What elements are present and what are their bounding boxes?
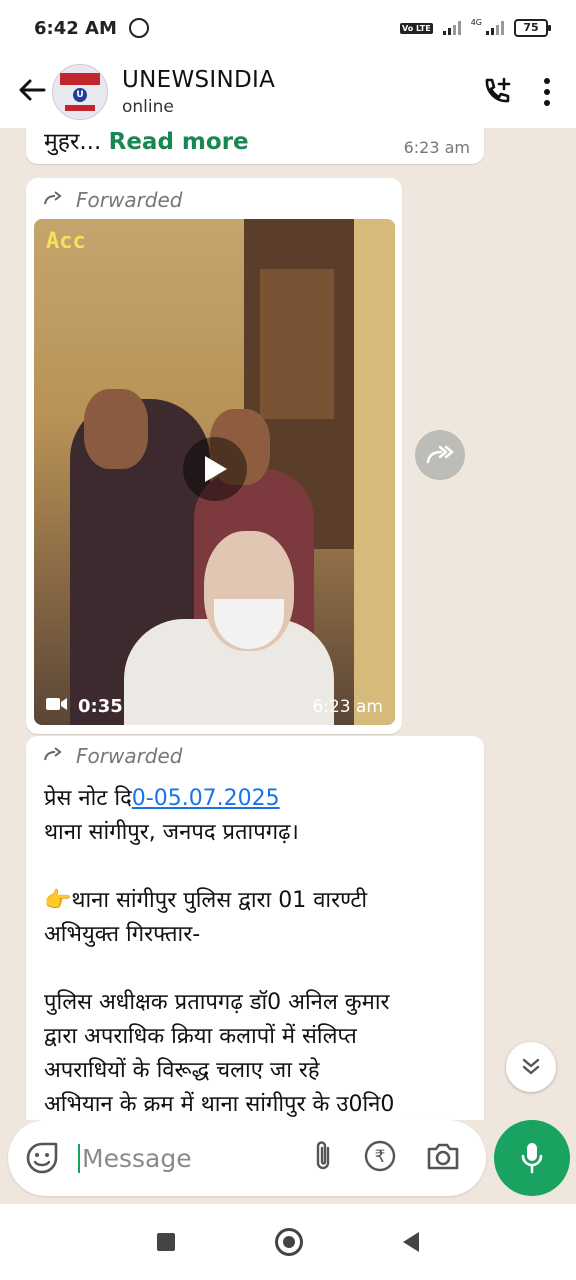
note-spacer (44, 850, 474, 884)
note-line: द्वारा अपराधिक क्रिया कलापों में संलिप्त (44, 1024, 357, 1049)
message-bubble-video[interactable]: Forwarded Acc 0:35 6:23 am (26, 178, 402, 734)
video-scene-person-head (84, 389, 148, 469)
play-button[interactable] (183, 437, 247, 501)
emoji-icon[interactable] (24, 1140, 60, 1176)
home-button[interactable] (275, 1228, 303, 1256)
video-duration: 0:35 (46, 696, 123, 717)
forward-button[interactable] (415, 430, 465, 480)
back-button[interactable] (403, 1232, 419, 1252)
system-navigation-bar (0, 1204, 576, 1280)
video-thumbnail[interactable]: Acc 0:35 6:23 am (34, 219, 395, 725)
forward-icon (426, 445, 454, 464)
forwarded-icon (42, 190, 66, 211)
camera-icon[interactable] (426, 1141, 460, 1175)
note-line: अभियान के क्रम में थाना सांगीपुर के उ0नि… (44, 1092, 395, 1117)
chat-area[interactable]: मुहर... Read more 6:23 am Forwarded Acc (0, 128, 576, 1120)
forwarded-icon (42, 746, 66, 767)
avatar-logo-banner (60, 73, 100, 85)
signal-icon (442, 21, 461, 35)
signal-icon-2 (486, 21, 504, 35)
note-line: 👉थाना सांगीपुर पुलिस द्वारा 01 वारण्टी (44, 884, 474, 918)
note-line: पुलिस अधीक्षक प्रतापगढ़ डॉ0 अनिल कुमार (44, 990, 390, 1015)
note-heading: प्रेस नोट दि (44, 786, 132, 811)
forwarded-text: Forwarded (76, 744, 183, 768)
add-call-icon[interactable] (480, 76, 512, 108)
chat-header: U UNEWSINDIA online (0, 56, 576, 128)
avatar[interactable]: U (52, 64, 108, 120)
battery-icon: 75 (514, 19, 551, 37)
attach-icon[interactable] (312, 1139, 334, 1177)
contact-status: online (122, 97, 174, 117)
network-type-label: 4G (470, 17, 482, 27)
message-input[interactable] (78, 1143, 258, 1173)
forwarded-text: Forwarded (76, 188, 183, 212)
voice-message-button[interactable] (494, 1120, 570, 1196)
status-bar: 6:42 AM Vo LTE 4G 75 (0, 0, 576, 56)
message-bubble-press-note[interactable]: Forwarded प्रेस नोट दि0-05.07.2025 थाना … (26, 736, 484, 1120)
forwarded-label: Forwarded (42, 744, 183, 768)
pointing-hand-icon: 👉 (44, 888, 72, 913)
rupee-payment-icon[interactable]: ₹ (364, 1140, 396, 1176)
video-duration-text: 0:35 (78, 696, 123, 717)
microphone-icon (521, 1143, 543, 1174)
whatsapp-notification-icon (128, 18, 149, 38)
note-line: अभियुक्त गिरफ्तार- (44, 922, 201, 947)
avatar-logo-strip (65, 105, 95, 111)
status-icons: Vo LTE 4G 75 (399, 17, 551, 37)
contact-name: UNEWSINDIA (122, 67, 276, 93)
note-spacer (44, 952, 474, 986)
message-composer: ₹ (8, 1120, 486, 1196)
message-text-tail: मुहर... (44, 129, 102, 155)
back-arrow-icon[interactable] (14, 76, 50, 109)
contact-info[interactable]: UNEWSINDIA online (122, 67, 275, 117)
status-time: 6:42 AM (34, 17, 117, 39)
read-more-link[interactable]: Read more (109, 129, 249, 155)
scroll-to-bottom-button[interactable] (506, 1042, 556, 1092)
message-time: 6:23 am (312, 697, 383, 717)
note-line: प्रेस नोट दि0-05.07.2025 (44, 782, 474, 816)
message-text: प्रेस नोट दि0-05.07.2025 थाना सांगीपुर, … (44, 782, 474, 1120)
note-line: अपराधियों के विरूद्ध चलाए जा रहे (44, 1058, 320, 1083)
video-scene-pillar (354, 219, 395, 725)
more-vert-icon[interactable] (542, 77, 552, 107)
date-link[interactable]: 0-05.07.2025 (132, 786, 280, 811)
video-scene-door-panel (260, 269, 334, 419)
composer-actions: ₹ (312, 1139, 470, 1177)
double-chevron-down-icon (522, 1058, 540, 1075)
header-actions (480, 76, 562, 108)
message-bubble-previous[interactable]: मुहर... Read more 6:23 am (26, 128, 484, 164)
recent-apps-button[interactable] (157, 1233, 175, 1251)
message-text: मुहर... Read more (44, 128, 249, 156)
note-line-text: थाना सांगीपुर पुलिस द्वारा 01 वारण्टी (71, 888, 368, 913)
volte-badge: Vo LTE (399, 22, 433, 34)
video-camera-icon (46, 696, 68, 717)
video-overlay-tag: Acc (46, 229, 86, 254)
svg-text:₹: ₹ (375, 1147, 386, 1167)
note-line: थाना सांगीपुर, जनपद प्रतापगढ़। (44, 820, 299, 845)
avatar-logo-emblem: U (73, 88, 87, 102)
message-time: 6:23 am (403, 138, 470, 157)
forwarded-label: Forwarded (42, 188, 183, 212)
